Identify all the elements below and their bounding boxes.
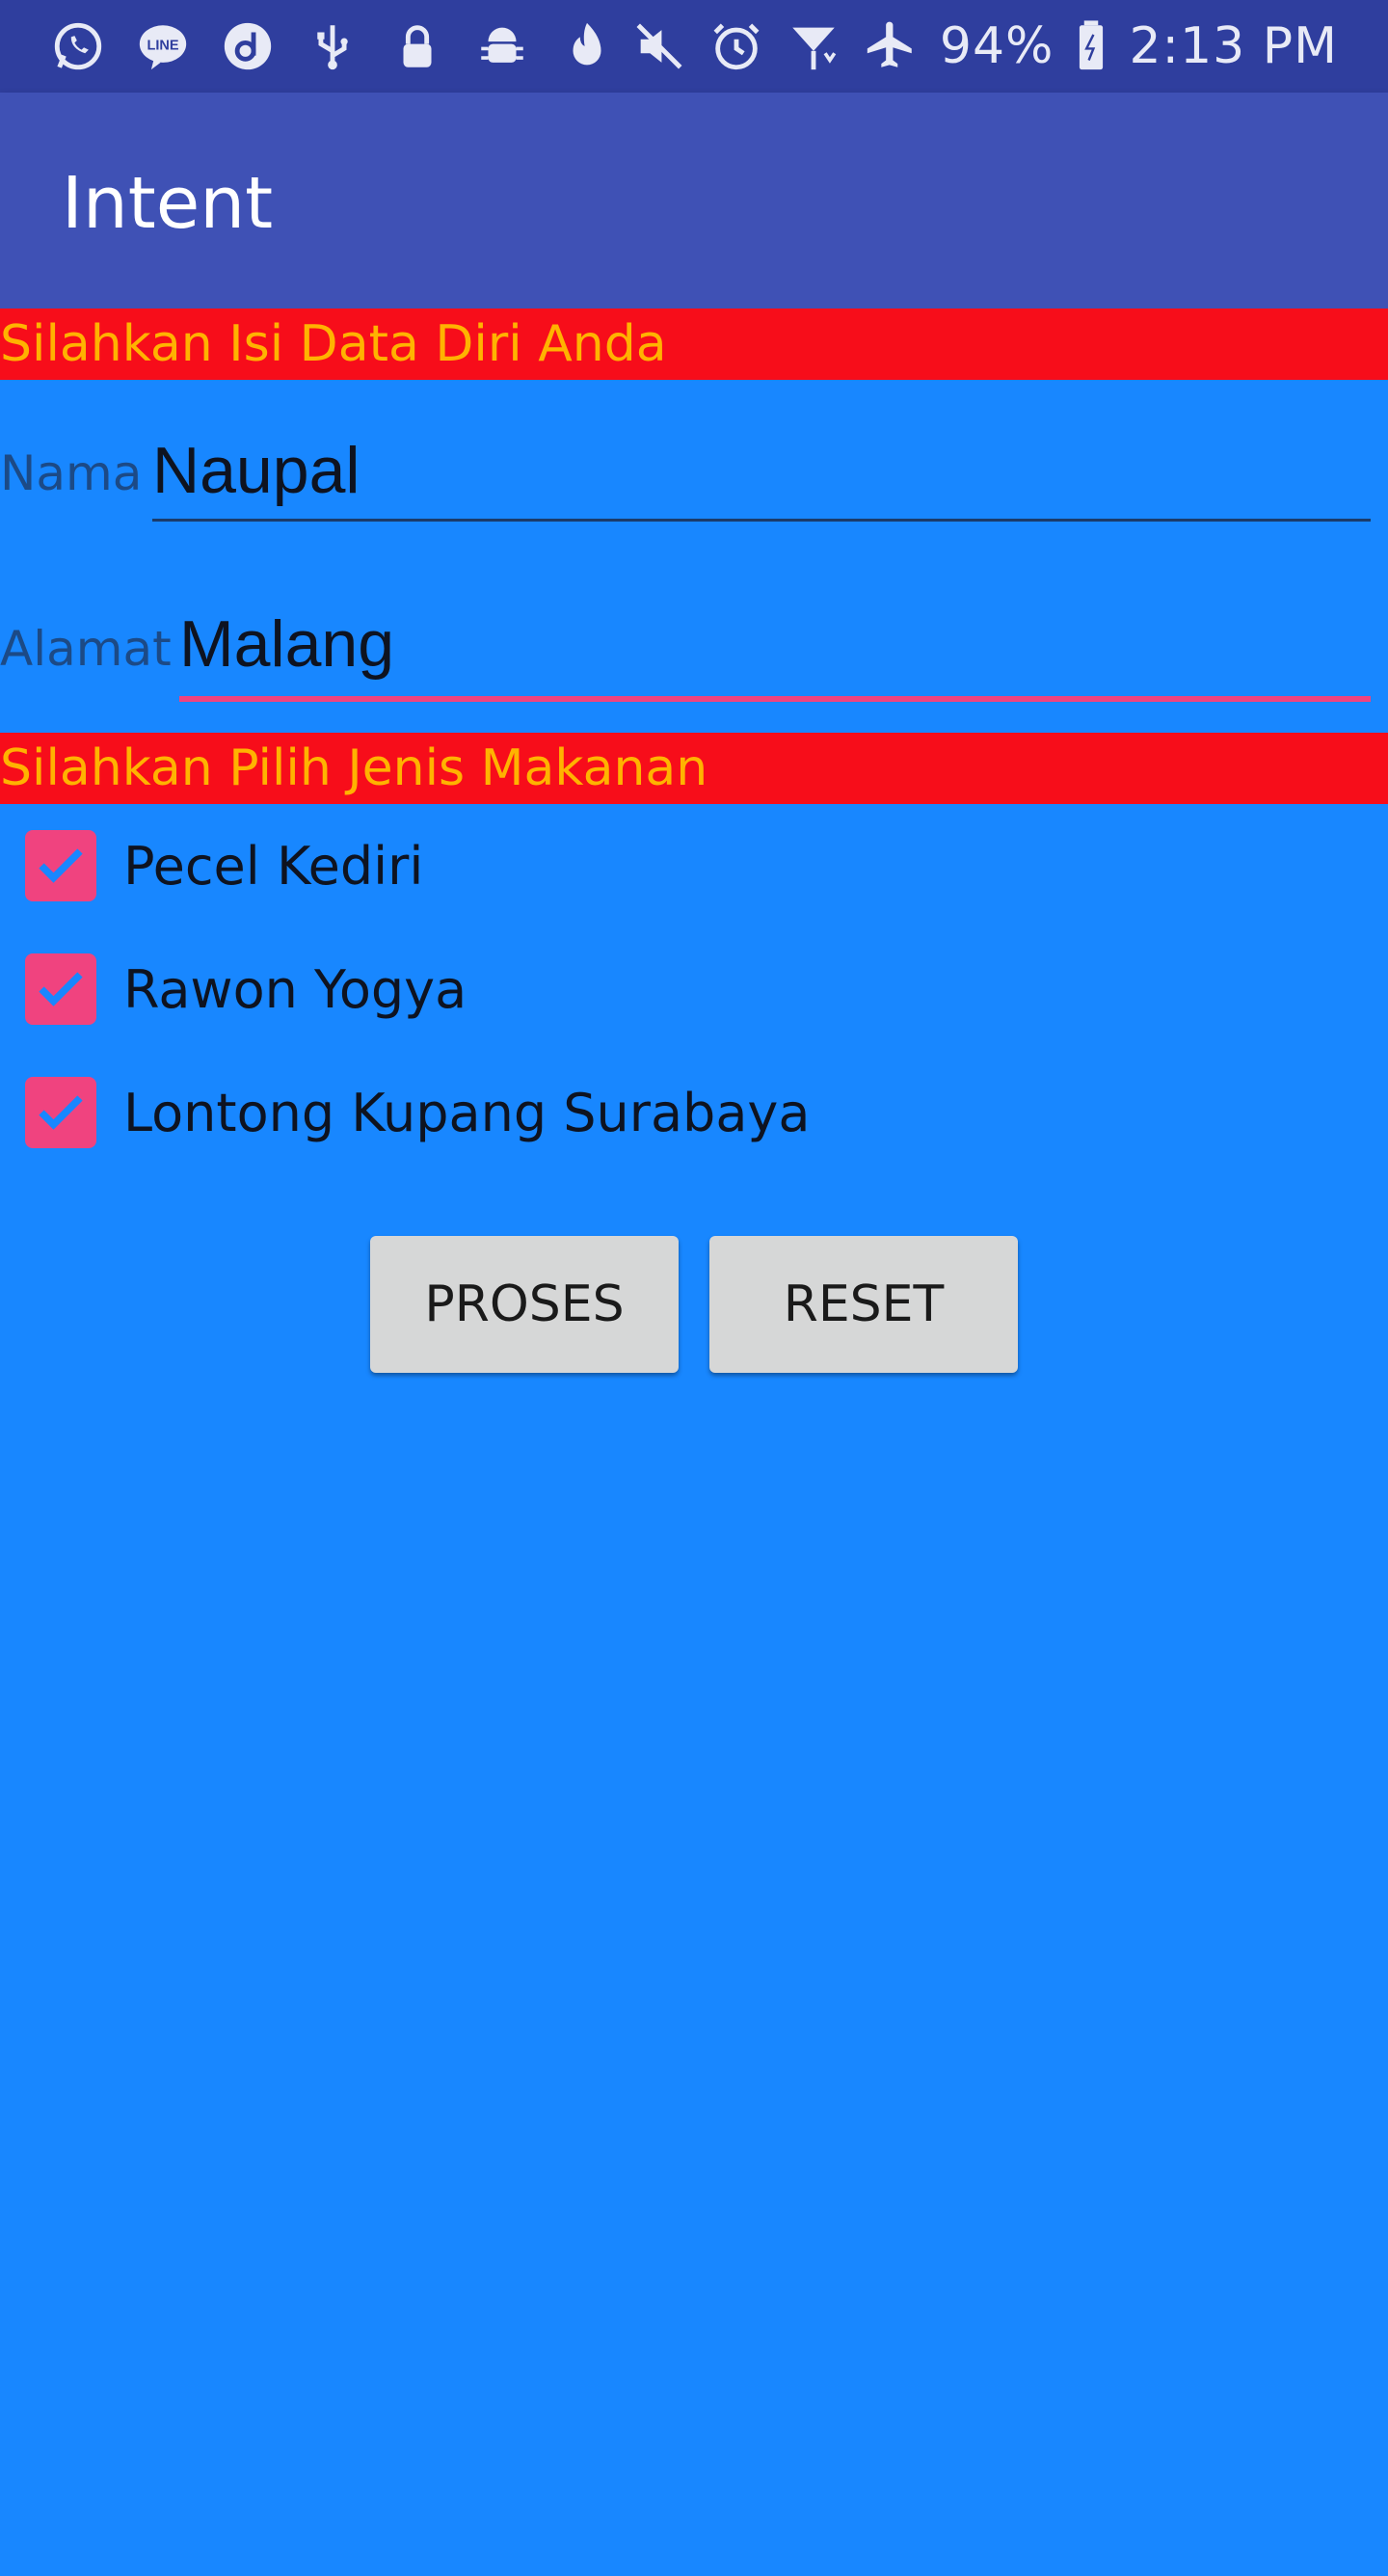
checkbox-checked-icon[interactable]: [25, 830, 96, 901]
personal-data-header-text: Silahkan Isi Data Diri Anda: [0, 315, 667, 373]
food-label: Rawon Yogya: [123, 958, 467, 1020]
notification-icons: LINE: [50, 0, 615, 93]
checkbox-checked-icon[interactable]: [25, 1077, 96, 1148]
nama-label: Nama: [0, 445, 143, 501]
dana-icon: [220, 18, 276, 74]
airplane-icon: [863, 18, 919, 74]
proses-button[interactable]: PROSES: [370, 1236, 679, 1373]
food-label: Lontong Kupang Surabaya: [123, 1082, 811, 1143]
food-header-text: Silahkan Pilih Jenis Makanan: [0, 739, 708, 797]
battery-percent: 94%: [939, 17, 1054, 75]
signal-icon: [786, 18, 841, 74]
line-icon: LINE: [135, 18, 191, 74]
app-title: Intent: [62, 162, 274, 245]
alamat-underline: [179, 696, 1371, 702]
nama-underline: [152, 519, 1371, 522]
clock: 2:13 PM: [1129, 17, 1338, 75]
status-bar: LINE 94% 2:13 PM: [0, 0, 1388, 93]
android-debug-icon: [474, 18, 530, 74]
food-checkbox-rawon[interactable]: Rawon Yogya: [25, 951, 467, 1028]
personal-data-header: Silahkan Isi Data Diri Anda: [0, 309, 1388, 380]
food-label: Pecel Kediri: [123, 835, 424, 897]
food-checkbox-lontong[interactable]: Lontong Kupang Surabaya: [25, 1074, 810, 1151]
svg-text:LINE: LINE: [147, 39, 178, 54]
alamat-input[interactable]: [179, 598, 1371, 690]
checkbox-checked-icon[interactable]: [25, 953, 96, 1025]
nama-input[interactable]: [152, 424, 1369, 517]
usb-icon: [305, 18, 360, 74]
battery-icon: [1075, 18, 1108, 74]
tinder-icon: [559, 18, 615, 74]
food-checkbox-pecel[interactable]: Pecel Kediri: [25, 827, 423, 904]
system-status: 94% 2:13 PM: [631, 0, 1338, 93]
reset-button[interactable]: RESET: [709, 1236, 1018, 1373]
lock-icon: [389, 18, 445, 74]
alarm-icon: [708, 18, 764, 74]
app-bar: Intent: [0, 93, 1388, 309]
mute-icon: [631, 18, 687, 74]
whatsapp-icon: [50, 18, 106, 74]
food-header: Silahkan Pilih Jenis Makanan: [0, 733, 1388, 804]
alamat-label: Alamat: [0, 621, 172, 677]
